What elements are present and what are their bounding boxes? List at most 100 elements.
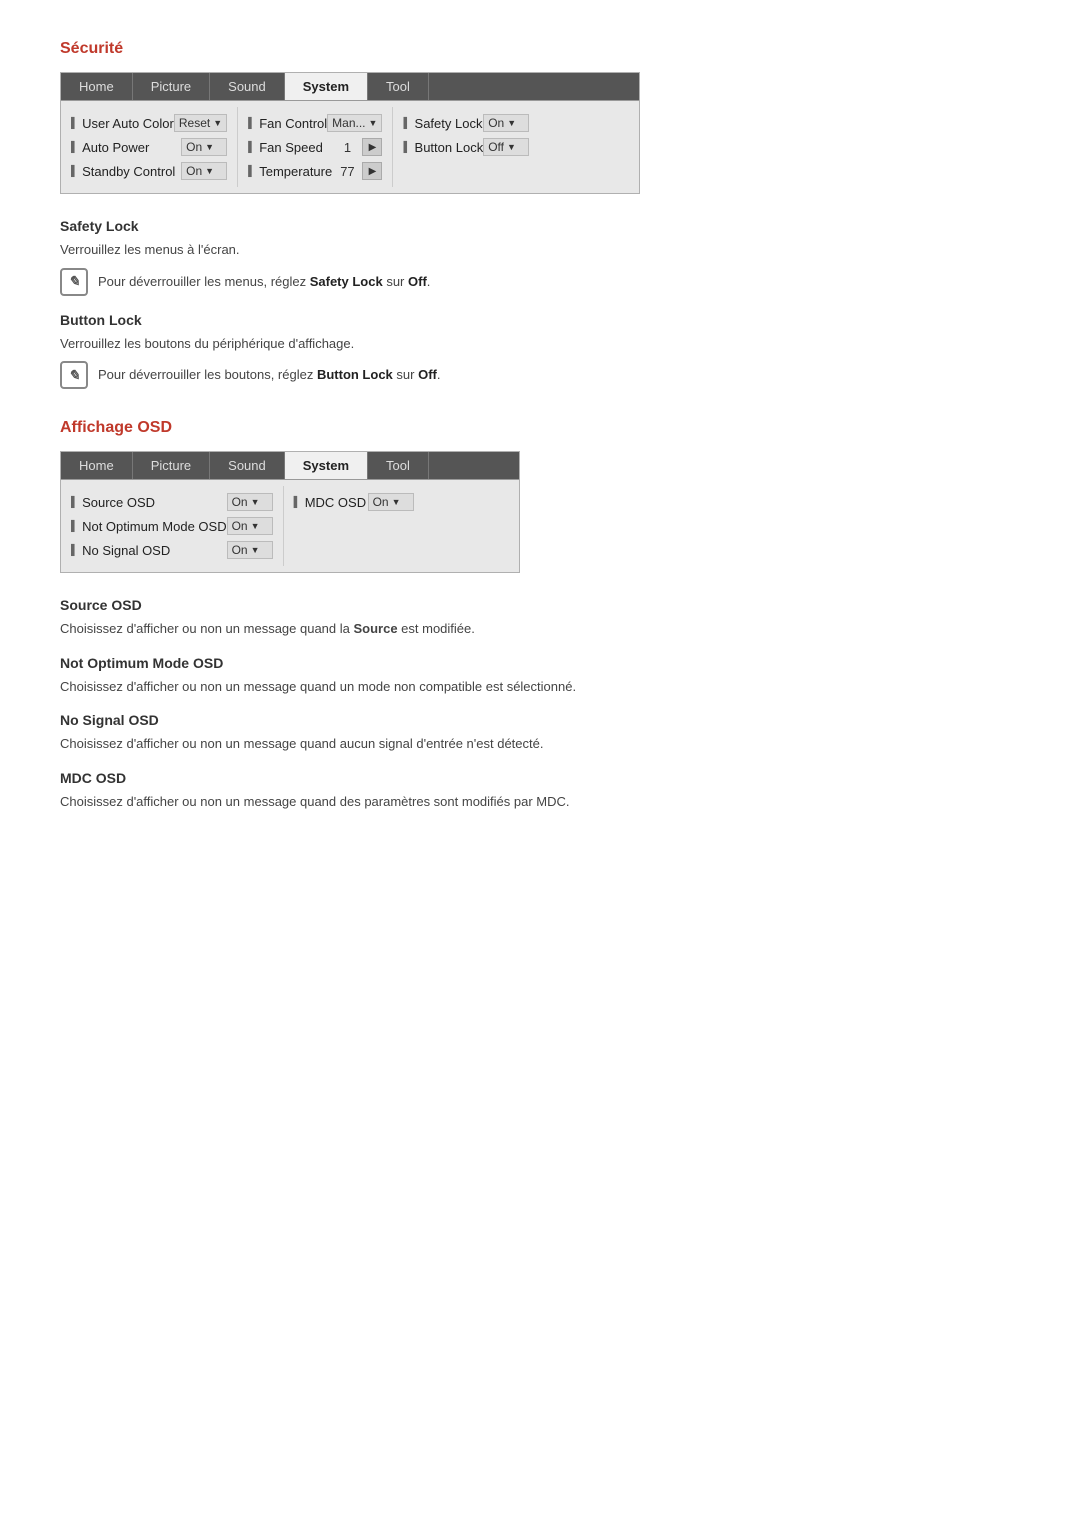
mdc-osd-value: On bbox=[373, 495, 389, 509]
button-lock-note-icon: ✎ bbox=[60, 361, 88, 389]
mdc-osd-row: MDC OSD On ▼ bbox=[294, 490, 414, 514]
safety-lock-label: Safety Lock bbox=[403, 116, 483, 131]
tab-picture-1[interactable]: Picture bbox=[133, 73, 210, 100]
safety-lock-row: Safety Lock On ▼ bbox=[403, 111, 529, 135]
standby-control-row: Standby Control On ▼ bbox=[71, 159, 227, 183]
no-signal-osd-arrow: ▼ bbox=[251, 545, 260, 555]
safety-lock-arrow: ▼ bbox=[507, 118, 516, 128]
securite-col-1: User Auto Color Reset ▼ Auto Power On ▼ … bbox=[61, 107, 238, 187]
no-signal-osd-value: On bbox=[232, 543, 248, 557]
tab-system-1[interactable]: System bbox=[285, 73, 368, 100]
no-signal-osd-row: No Signal OSD On ▼ bbox=[71, 538, 273, 562]
auto-power-label: Auto Power bbox=[71, 140, 181, 155]
tab-home-2[interactable]: Home bbox=[61, 452, 133, 479]
button-lock-select[interactable]: Off ▼ bbox=[483, 138, 529, 156]
tab-system-2[interactable]: System bbox=[285, 452, 368, 479]
affichage-osd-title: Affichage OSD bbox=[60, 419, 1020, 437]
no-signal-osd-subsection-title: No Signal OSD bbox=[60, 712, 1020, 728]
mdc-osd-description: Choisissez d'afficher ou non un message … bbox=[60, 792, 1020, 812]
securite-menu-body: User Auto Color Reset ▼ Auto Power On ▼ … bbox=[61, 101, 639, 193]
safety-lock-description: Verrouillez les menus à l'écran. bbox=[60, 240, 1020, 260]
tab-sound-2[interactable]: Sound bbox=[210, 452, 285, 479]
no-signal-osd-select[interactable]: On ▼ bbox=[227, 541, 273, 559]
no-signal-osd-description: Choisissez d'afficher ou non un message … bbox=[60, 734, 1020, 754]
osd-menu-body: Source OSD On ▼ Not Optimum Mode OSD On … bbox=[61, 480, 519, 572]
button-lock-arrow: ▼ bbox=[507, 142, 516, 152]
safety-lock-subsection-title: Safety Lock bbox=[60, 218, 1020, 234]
not-optimum-osd-row: Not Optimum Mode OSD On ▼ bbox=[71, 514, 273, 538]
osd-tabs: Home Picture Sound System Tool bbox=[61, 452, 519, 480]
user-auto-color-value: Reset bbox=[179, 116, 210, 130]
tab-sound-1[interactable]: Sound bbox=[210, 73, 285, 100]
safety-lock-note-icon: ✎ bbox=[60, 268, 88, 296]
standby-control-arrow: ▼ bbox=[205, 166, 214, 176]
source-osd-arrow: ▼ bbox=[251, 497, 260, 507]
standby-control-value: On bbox=[186, 164, 202, 178]
user-auto-color-select[interactable]: Reset ▼ bbox=[174, 114, 227, 132]
tab-picture-2[interactable]: Picture bbox=[133, 452, 210, 479]
button-lock-label: Button Lock bbox=[403, 140, 483, 155]
auto-power-row: Auto Power On ▼ bbox=[71, 135, 227, 159]
securite-title: Sécurité bbox=[60, 40, 1020, 58]
fan-control-value: Man... bbox=[332, 116, 365, 130]
user-auto-color-row: User Auto Color Reset ▼ bbox=[71, 111, 227, 135]
fan-speed-value: 1 bbox=[332, 140, 362, 155]
user-auto-color-arrow: ▼ bbox=[213, 118, 222, 128]
securite-section: Sécurité Home Picture Sound System Tool … bbox=[60, 40, 1020, 389]
fan-speed-row: Fan Speed 1 ▶ bbox=[248, 135, 382, 159]
auto-power-select[interactable]: On ▼ bbox=[181, 138, 227, 156]
securite-col-3: Safety Lock On ▼ Button Lock Off ▼ bbox=[393, 107, 539, 187]
temperature-row: Temperature 77 ▶ bbox=[248, 159, 382, 183]
standby-control-label: Standby Control bbox=[71, 164, 181, 179]
button-lock-subsection-title: Button Lock bbox=[60, 312, 1020, 328]
safety-lock-value: On bbox=[488, 116, 504, 130]
not-optimum-osd-select[interactable]: On ▼ bbox=[227, 517, 273, 535]
auto-power-arrow: ▼ bbox=[205, 142, 214, 152]
button-lock-note-text: Pour déverrouiller les boutons, réglez B… bbox=[98, 361, 440, 385]
button-lock-note-box: ✎ Pour déverrouiller les boutons, réglez… bbox=[60, 361, 1020, 389]
mdc-osd-label: MDC OSD bbox=[294, 495, 368, 510]
temperature-label: Temperature bbox=[248, 164, 332, 179]
tab-home-1[interactable]: Home bbox=[61, 73, 133, 100]
not-optimum-osd-description: Choisissez d'afficher ou non un message … bbox=[60, 677, 1020, 697]
fan-speed-label: Fan Speed bbox=[248, 140, 332, 155]
source-osd-subsection-title: Source OSD bbox=[60, 597, 1020, 613]
safety-lock-note-box: ✎ Pour déverrouiller les menus, réglez S… bbox=[60, 268, 1020, 296]
osd-col-2: MDC OSD On ▼ bbox=[284, 486, 424, 566]
mdc-osd-arrow: ▼ bbox=[392, 497, 401, 507]
not-optimum-osd-value: On bbox=[232, 519, 248, 533]
temperature-nav[interactable]: ▶ bbox=[362, 162, 382, 180]
source-osd-description: Choisissez d'afficher ou non un message … bbox=[60, 619, 1020, 639]
auto-power-value: On bbox=[186, 140, 202, 154]
source-osd-label: Source OSD bbox=[71, 495, 227, 510]
tab-tool-2[interactable]: Tool bbox=[368, 452, 429, 479]
securite-menu-panel: Home Picture Sound System Tool User Auto… bbox=[60, 72, 640, 194]
temperature-value: 77 bbox=[332, 164, 362, 179]
osd-col-1: Source OSD On ▼ Not Optimum Mode OSD On … bbox=[61, 486, 284, 566]
standby-control-select[interactable]: On ▼ bbox=[181, 162, 227, 180]
source-osd-select[interactable]: On ▼ bbox=[227, 493, 273, 511]
no-signal-osd-label: No Signal OSD bbox=[71, 543, 227, 558]
fan-speed-nav[interactable]: ▶ bbox=[362, 138, 382, 156]
mdc-osd-subsection-title: MDC OSD bbox=[60, 770, 1020, 786]
button-lock-description: Verrouillez les boutons du périphérique … bbox=[60, 334, 1020, 354]
fan-control-select[interactable]: Man... ▼ bbox=[327, 114, 382, 132]
source-osd-row: Source OSD On ▼ bbox=[71, 490, 273, 514]
mdc-osd-select[interactable]: On ▼ bbox=[368, 493, 414, 511]
not-optimum-osd-subsection-title: Not Optimum Mode OSD bbox=[60, 655, 1020, 671]
affichage-osd-section: Affichage OSD Home Picture Sound System … bbox=[60, 419, 1020, 811]
fan-control-label: Fan Control bbox=[248, 116, 327, 131]
osd-menu-panel: Home Picture Sound System Tool Source OS… bbox=[60, 451, 520, 573]
safety-lock-note-text: Pour déverrouiller les menus, réglez Saf… bbox=[98, 268, 430, 292]
not-optimum-osd-label: Not Optimum Mode OSD bbox=[71, 519, 227, 534]
button-lock-row: Button Lock Off ▼ bbox=[403, 135, 529, 159]
user-auto-color-label: User Auto Color bbox=[71, 116, 174, 131]
securite-tabs: Home Picture Sound System Tool bbox=[61, 73, 639, 101]
safety-lock-select[interactable]: On ▼ bbox=[483, 114, 529, 132]
securite-col-2: Fan Control Man... ▼ Fan Speed 1 ▶ Tempe… bbox=[238, 107, 393, 187]
button-lock-value: Off bbox=[488, 140, 504, 154]
not-optimum-osd-arrow: ▼ bbox=[251, 521, 260, 531]
source-osd-value: On bbox=[232, 495, 248, 509]
fan-control-row: Fan Control Man... ▼ bbox=[248, 111, 382, 135]
tab-tool-1[interactable]: Tool bbox=[368, 73, 429, 100]
